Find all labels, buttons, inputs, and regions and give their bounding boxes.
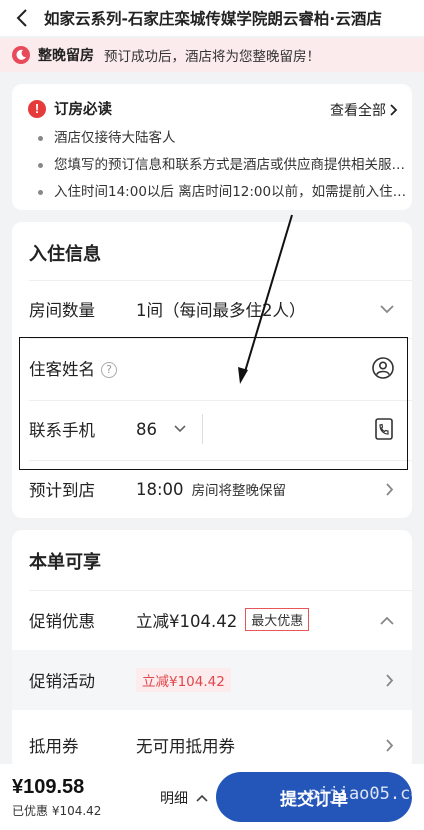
watermark-text: pjjiao05.com [308, 784, 424, 804]
best-offer-badge: 最大优惠 [245, 608, 310, 631]
promo-activity-label: 促销活动 [29, 672, 95, 691]
chevron-right-icon [386, 738, 394, 752]
discount-summary: 已优惠 ¥104.42 [12, 804, 102, 818]
total-price: ¥109.58 [12, 776, 85, 798]
chevron-up-icon [196, 794, 208, 802]
promo-discount-label: 促销优惠 [29, 612, 95, 631]
benefits-card: 本单可享 促销优惠 立减¥104.42 最大优惠 促销活动 立减¥104.42 抵… [12, 530, 412, 770]
promo-amount: 立减¥104.42 [136, 612, 238, 631]
promo-activity-row[interactable]: 促销活动 立减¥104.42 [12, 650, 412, 710]
promo-activity-value: 立减¥104.42 [136, 668, 231, 692]
promo-discount-value: 立减¥104.42 最大优惠 [136, 608, 310, 632]
coupon-label: 抵用券 [29, 737, 79, 756]
chevron-up-icon [380, 616, 394, 625]
chevron-right-icon [386, 673, 394, 687]
benefits-section-title: 本单可享 [29, 552, 101, 573]
promo-activity-tag: 立减¥104.42 [136, 668, 231, 692]
coupon-value: 无可用抵用券 [136, 737, 235, 756]
price-detail-toggle[interactable]: 明细 [160, 788, 208, 808]
promo-discount-row[interactable]: 促销优惠 立减¥104.42 最大优惠 [12, 590, 412, 650]
detail-label: 明细 [160, 791, 188, 807]
